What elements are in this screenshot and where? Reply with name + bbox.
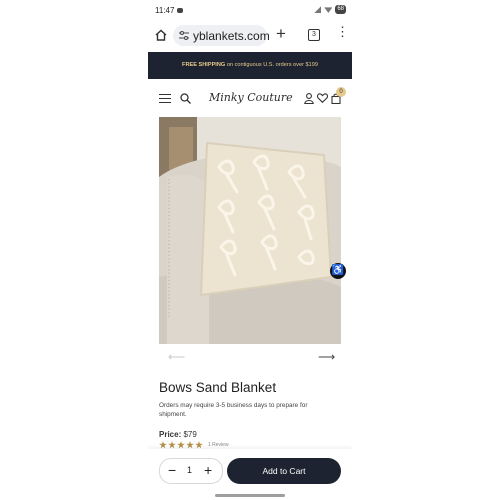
shipping-note: Orders may require 3-5 business days to … bbox=[159, 402, 308, 418]
tab-switcher-button[interactable]: 3 bbox=[308, 29, 320, 41]
more-menu-icon[interactable]: ⋮ bbox=[336, 25, 349, 38]
star-icon bbox=[168, 441, 176, 449]
price-value: $79 bbox=[183, 430, 197, 439]
phone-screen: 11:47 68 yblankets.com + 3 ⋮ FREE SHIPPI… bbox=[148, 0, 352, 500]
star-icon bbox=[186, 441, 194, 449]
status-bar: 11:47 68 bbox=[148, 0, 352, 22]
blanket-photo bbox=[159, 117, 341, 344]
promo-banner: FREE SHIPPING on contiguous U.S. orders … bbox=[148, 52, 352, 79]
price-label: Price: bbox=[159, 430, 182, 439]
star-icon bbox=[159, 441, 167, 449]
product-price: Price: $79 bbox=[159, 430, 197, 439]
wifi-icon bbox=[324, 7, 333, 13]
signal-icon bbox=[314, 6, 322, 13]
promo-bold: FREE SHIPPING bbox=[182, 62, 226, 68]
product-title: Bows Sand Blanket bbox=[159, 380, 277, 395]
increase-quantity-button[interactable]: + bbox=[204, 462, 212, 478]
promo-text: on contiguous U.S. orders over $199 bbox=[225, 62, 318, 68]
product-image[interactable] bbox=[159, 117, 341, 344]
wishlist-icon[interactable] bbox=[317, 93, 328, 103]
sticky-cart-bar: − 1 + Add to Cart bbox=[148, 449, 352, 489]
star-icon bbox=[177, 441, 185, 449]
browser-toolbar: yblankets.com + 3 ⋮ bbox=[148, 22, 352, 50]
previous-image-icon[interactable]: ⟵ bbox=[168, 350, 185, 364]
account-icon[interactable] bbox=[304, 93, 314, 104]
url-text: yblankets.com bbox=[193, 29, 270, 43]
site-settings-icon[interactable] bbox=[179, 31, 189, 40]
address-bar[interactable]: yblankets.com bbox=[173, 25, 270, 46]
home-indicator[interactable] bbox=[215, 494, 285, 497]
site-logo[interactable]: Minky Couture bbox=[209, 91, 293, 104]
status-time: 11:47 bbox=[155, 6, 175, 15]
accessibility-icon[interactable]: ♿ bbox=[330, 263, 346, 279]
home-icon[interactable] bbox=[155, 29, 167, 41]
notification-icon bbox=[177, 8, 183, 13]
status-icons: 68 bbox=[314, 5, 346, 14]
review-count[interactable]: 1 Review bbox=[208, 442, 229, 448]
new-tab-icon[interactable]: + bbox=[276, 24, 286, 44]
cart-count-badge: 0 bbox=[336, 87, 346, 97]
star-icon bbox=[195, 441, 203, 449]
decrease-quantity-button[interactable]: − bbox=[168, 462, 176, 478]
product-rating[interactable]: 1 Review bbox=[159, 441, 229, 449]
next-image-icon[interactable]: ⟶ bbox=[318, 350, 335, 364]
add-to-cart-button[interactable]: Add to Cart bbox=[227, 458, 341, 484]
search-icon[interactable] bbox=[180, 93, 191, 104]
menu-icon[interactable] bbox=[159, 94, 171, 103]
site-header: Minky Couture 0 bbox=[148, 82, 352, 114]
battery-icon: 68 bbox=[335, 5, 346, 14]
quantity-stepper: − 1 + bbox=[159, 458, 223, 484]
quantity-value[interactable]: 1 bbox=[187, 465, 192, 475]
